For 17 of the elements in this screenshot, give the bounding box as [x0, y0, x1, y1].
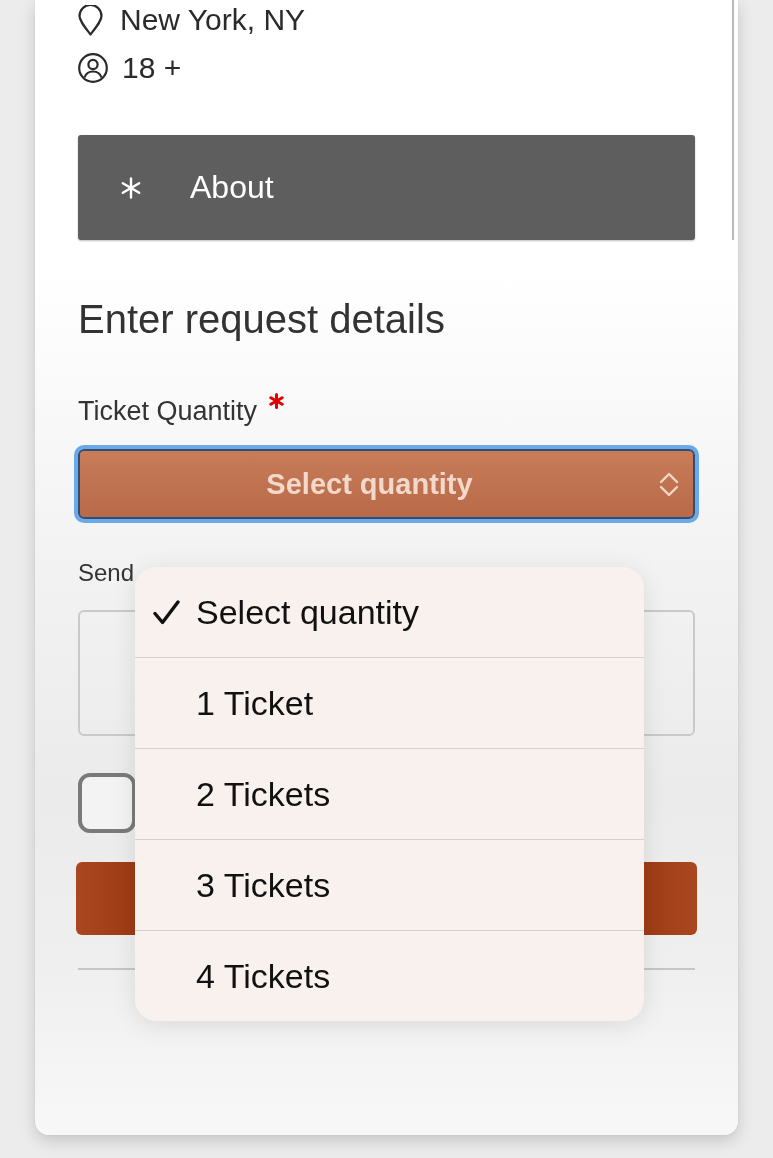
location-text: New York, NY: [120, 2, 306, 38]
field-label: Send: [78, 559, 135, 587]
dropdown-option[interactable]: 2 Tickets: [135, 748, 644, 839]
chevron-up-down-icon: [659, 471, 679, 497]
dropdown-option[interactable]: 1 Ticket: [135, 657, 644, 748]
checkbox[interactable]: [78, 773, 136, 833]
age-limit-text: 18 +: [122, 50, 182, 86]
about-section-header[interactable]: About: [78, 135, 695, 240]
field-label: Ticket Quantity: [78, 396, 258, 426]
person-circle-icon: [78, 53, 108, 83]
dropdown-option[interactable]: 4 Tickets: [135, 930, 644, 1021]
dropdown-option[interactable]: 3 Tickets: [135, 839, 644, 930]
form-title: Enter request details: [78, 296, 445, 342]
dropdown-option[interactable]: Select quantity: [135, 567, 644, 657]
checkmark-icon: [153, 599, 180, 625]
asterisk-icon: [120, 176, 142, 199]
location-pin-icon: [78, 4, 103, 36]
